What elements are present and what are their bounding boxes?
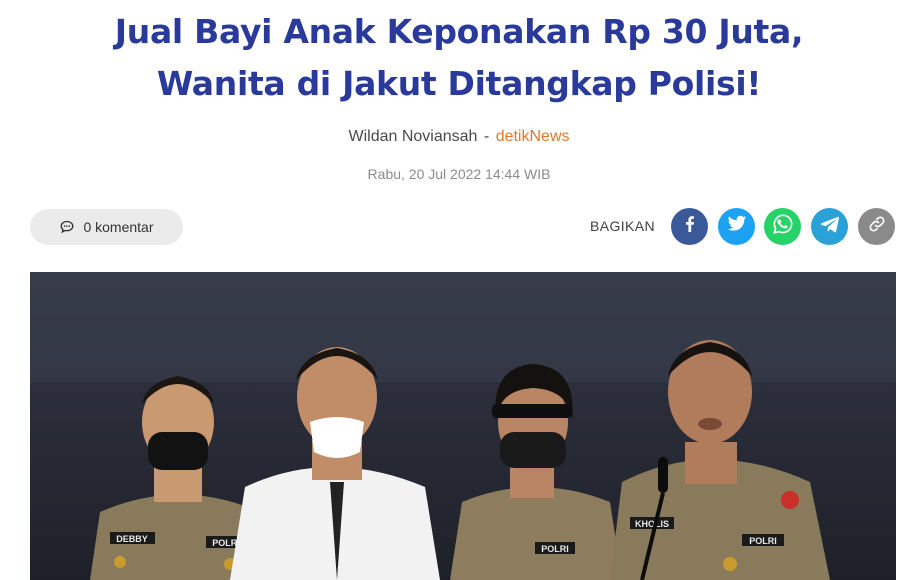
byline-separator: -: [483, 128, 490, 145]
article-title-line-1: Jual Bayi Anak Keponakan Rp 30 Juta,: [114, 12, 804, 51]
article-title-line-2: Wanita di Jakut Ditangkap Polisi!: [156, 64, 762, 103]
name-tag: POLRI: [541, 544, 569, 554]
name-tag: POLRI: [749, 536, 777, 546]
share-twitter-button[interactable]: [718, 208, 755, 245]
byline: Wildan Noviansah - detikNews: [0, 128, 918, 146]
share-whatsapp-button[interactable]: [764, 208, 801, 245]
name-tag: KHOLIS: [635, 519, 669, 529]
copy-link-button[interactable]: [858, 208, 895, 245]
twitter-icon: [727, 215, 747, 238]
name-tag: DEBBY: [116, 534, 148, 544]
share-facebook-button[interactable]: [671, 208, 708, 245]
telegram-icon: [820, 215, 840, 238]
whatsapp-icon: [772, 213, 794, 240]
article-photo: DEBBY POLRI POLRI KHOLIS POLRI: [30, 272, 896, 580]
share-telegram-button[interactable]: [811, 208, 848, 245]
share-label: BAGIKAN: [590, 218, 656, 234]
comment-icon: [59, 219, 75, 235]
facebook-icon: [681, 215, 699, 238]
comment-button[interactable]: 0 komentar: [30, 209, 183, 245]
author-name[interactable]: Wildan Noviansah: [349, 128, 478, 145]
comment-count-label: 0 komentar: [83, 219, 154, 235]
source-link[interactable]: detikNews: [496, 128, 570, 145]
link-icon: [868, 215, 886, 238]
police-press-conference-image: DEBBY POLRI POLRI KHOLIS POLRI: [30, 272, 896, 580]
publish-date: Rabu, 20 Jul 2022 14:44 WIB: [367, 166, 551, 182]
article-title: Jual Bayi Anak Keponakan Rp 30 Juta, Wan…: [40, 6, 878, 110]
